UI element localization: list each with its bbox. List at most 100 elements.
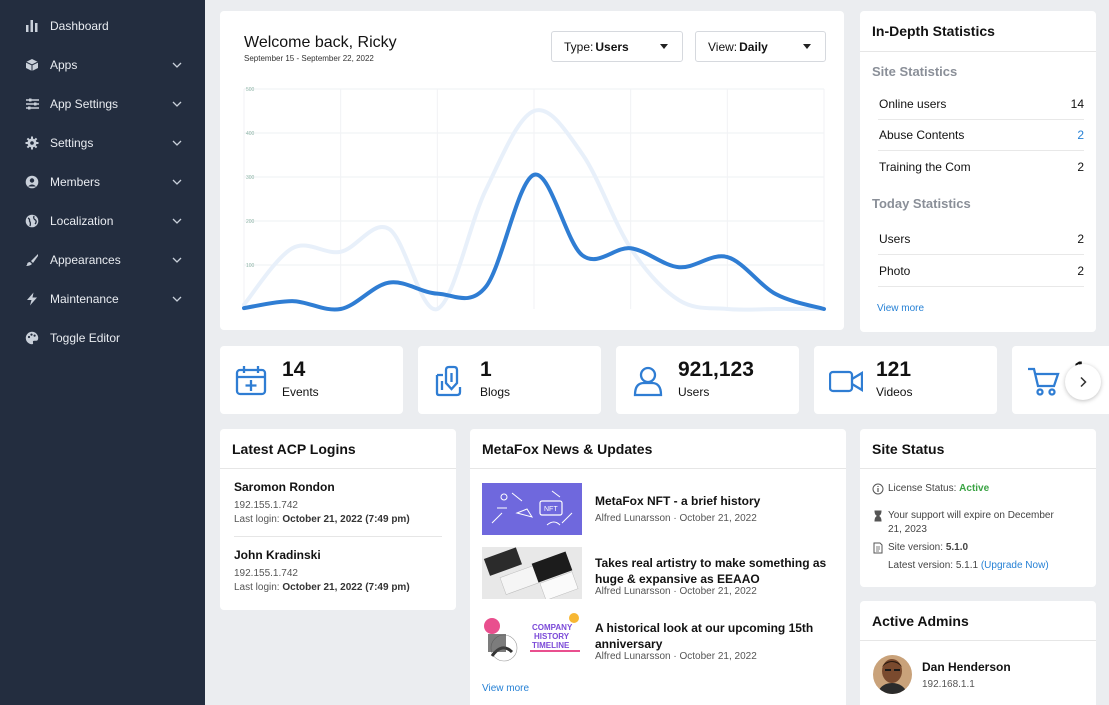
blog-note-icon: [435, 365, 462, 397]
sidebar-item-label: Dashboard: [50, 18, 109, 33]
chevron-down-icon: [172, 296, 182, 302]
last-login-value: October 21, 2022 (7:49 pm): [282, 582, 410, 593]
line-chart: 500 400 300 200 100: [242, 87, 826, 312]
sidebar-item-localization[interactable]: Localization: [0, 201, 205, 240]
type-select[interactable]: Type: Users: [551, 31, 683, 62]
count-number: 14: [282, 358, 306, 381]
count-card-blogs[interactable]: 1 Blogs: [418, 346, 601, 414]
active-admins-card: Active Admins Dan Henderson 192.168.1.1: [860, 601, 1096, 705]
chevron-down-icon: [172, 179, 182, 185]
login-item: Saromon Rondon 192.155.1.742 Last login:…: [234, 469, 442, 537]
news-item[interactable]: COMPANY HISTORY TIMELINE A historical lo…: [482, 612, 834, 664]
cube-icon: [24, 57, 40, 73]
caret-down-icon: [803, 44, 811, 49]
info-icon: [872, 483, 884, 495]
stat-row-users: Users 2: [878, 223, 1084, 255]
view-select-value: Daily: [739, 39, 768, 54]
upgrade-now-link[interactable]: (Upgrade Now): [981, 560, 1049, 571]
login-name[interactable]: John Kradinski: [234, 548, 442, 562]
count-card-events[interactable]: 14 Events: [220, 346, 403, 414]
support-expiry-row: Your support will expire on December 21,…: [872, 509, 1054, 537]
chevron-down-icon: [172, 218, 182, 224]
sidebar-item-apps[interactable]: Apps: [0, 45, 205, 84]
calendar-add-icon: [235, 366, 267, 396]
sidebar-item-members[interactable]: Members: [0, 162, 205, 201]
sidebar-item-label: Maintenance: [50, 291, 119, 306]
sidebar-item-app-settings[interactable]: App Settings: [0, 84, 205, 123]
count-card-videos[interactable]: 121 Videos: [814, 346, 997, 414]
news-date: October 21, 2022: [679, 513, 757, 524]
sidebar-item-label: App Settings: [50, 96, 119, 111]
license-status-row: License Status: Active: [872, 483, 989, 495]
admin-name[interactable]: Dan Henderson: [922, 660, 1011, 674]
news-author: Alfred Lunarsson: [595, 586, 671, 597]
y-tick-label: 300: [246, 175, 255, 181]
avatar[interactable]: [873, 655, 912, 694]
news-thumbnail: NFT: [482, 483, 582, 535]
count-label: Blogs: [480, 385, 511, 399]
cart-icon: [1028, 367, 1060, 396]
thumb-history-text: HISTORY: [534, 632, 570, 641]
thumb-nft-text: NFT: [544, 506, 558, 513]
count-card-users[interactable]: 921,123 Users: [616, 346, 799, 414]
support-date: 21, 2023: [888, 524, 927, 535]
type-select-value: Users: [595, 39, 629, 54]
sidebar-item-dashboard[interactable]: Dashboard: [0, 6, 205, 45]
sidebar-item-label: Apps: [50, 57, 78, 72]
video-icon: [829, 370, 863, 393]
card-title: MetaFox News & Updates: [470, 429, 846, 469]
login-name[interactable]: Saromon Rondon: [234, 480, 442, 494]
in-depth-statistics-card: In-Depth Statistics Site Statistics Onli…: [860, 11, 1096, 332]
sidebar-item-toggle-editor[interactable]: Toggle Editor: [0, 318, 205, 357]
stat-row-abuse-contents: Abuse Contents 2: [878, 120, 1084, 151]
sidebar-item-label: Members: [50, 174, 101, 189]
y-tick-label: 400: [246, 131, 255, 137]
sidebar-item-settings[interactable]: Settings: [0, 123, 205, 162]
sidebar-item-maintenance[interactable]: Maintenance: [0, 279, 205, 318]
news-updates-card: MetaFox News & Updates NFT MetaFox NFT -…: [470, 429, 846, 705]
count-number: 1: [480, 358, 492, 381]
login-time: Last login: October 21, 2022 (7:49 pm): [234, 582, 442, 593]
stat-row-training: Training the Com 2: [878, 151, 1084, 182]
login-time: Last login: October 21, 2022 (7:49 pm): [234, 514, 442, 525]
view-select-label: View:: [708, 39, 738, 54]
document-icon: [873, 542, 883, 554]
palette-icon: [24, 330, 40, 346]
date-range: September 15 - September 22, 2022: [244, 54, 374, 63]
carousel-next-button[interactable]: [1065, 364, 1101, 400]
version-value: 5.1.0: [945, 542, 969, 553]
chart-bar-icon: [24, 18, 40, 34]
stat-value-link[interactable]: 2: [1077, 128, 1084, 142]
y-tick-label: 200: [246, 219, 255, 225]
news-item[interactable]: NFT MetaFox NFT - a brief history Alfred…: [482, 483, 834, 535]
news-date: October 21, 2022: [679, 586, 757, 597]
latest-version-row: Latest version: 5.1.1 (Upgrade Now): [888, 560, 1049, 571]
count-number: 121: [876, 358, 912, 381]
chevron-down-icon: [172, 257, 182, 263]
news-title: A historical look at our upcoming 15th a…: [595, 621, 814, 651]
sidebar-item-label: Appearances: [50, 252, 121, 267]
version-label: Site version:: [888, 542, 944, 553]
login-ip: 192.155.1.742: [234, 500, 298, 511]
count-label: Videos: [876, 385, 913, 399]
sidebar-item-appearances[interactable]: Appearances: [0, 240, 205, 279]
view-select[interactable]: View: Daily: [695, 31, 826, 62]
news-meta: Alfred Lunarsson · October 21, 2022: [595, 586, 757, 597]
site-status-card: Site Status License Status: Active Your …: [860, 429, 1096, 587]
sidebar-item-label: Toggle Editor: [50, 330, 121, 345]
news-view-more-link[interactable]: View more: [482, 683, 529, 694]
card-title: Latest ACP Logins: [220, 429, 456, 469]
caret-down-icon: [660, 44, 668, 49]
news-title: Takes real artistry to make something as…: [595, 556, 827, 586]
welcome-title: Welcome back, Ricky: [244, 34, 397, 51]
last-login-value: October 21, 2022 (7:49 pm): [282, 514, 410, 525]
stats-view-more-link[interactable]: View more: [877, 303, 924, 314]
news-meta: Alfred Lunarsson · October 21, 2022: [595, 513, 757, 524]
site-version-row: Site version: 5.1.0: [872, 542, 968, 554]
sidebar: Dashboard Apps App Settings Settings Mem…: [0, 0, 205, 705]
globe-icon: [24, 213, 40, 229]
news-item[interactable]: Takes real artistry to make something as…: [482, 547, 834, 599]
y-tick-label: 100: [246, 263, 255, 269]
admin-ip: 192.168.1.1: [922, 679, 975, 690]
stat-label: Abuse Contents: [879, 128, 965, 142]
